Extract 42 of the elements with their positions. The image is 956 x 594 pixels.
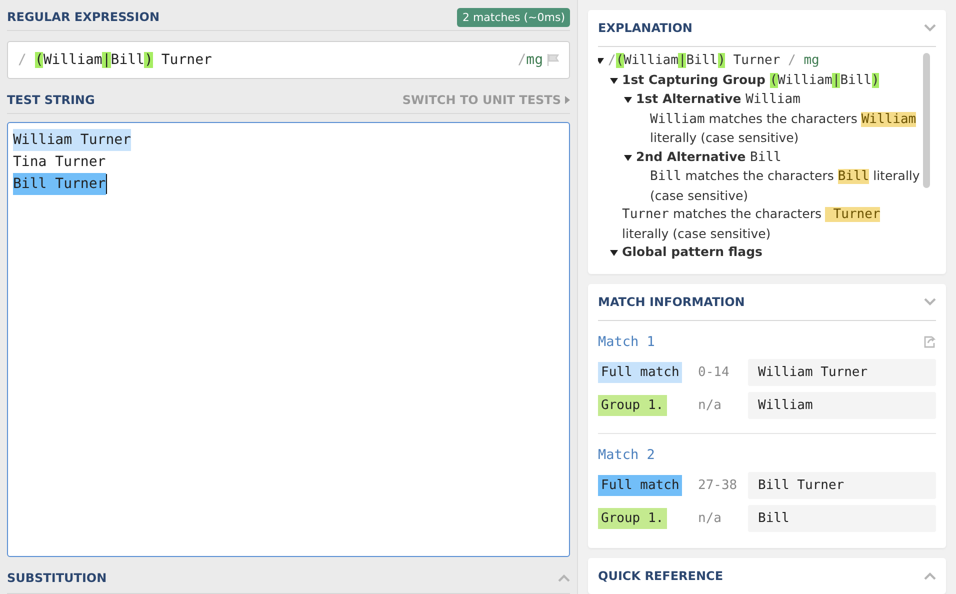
match-count-badge: 2 matches (~0ms) — [457, 8, 570, 26]
tree-node-label: 1st Alternative William — [636, 90, 802, 109]
match-label: Group 1. — [598, 508, 667, 529]
match-label: Full match — [598, 362, 682, 383]
share-icon[interactable] — [923, 336, 936, 348]
section-title: REGULAR EXPRESSION — [7, 10, 160, 24]
scrollbar[interactable] — [923, 53, 930, 188]
match-value: Bill Turner — [748, 472, 936, 499]
chevron-up-icon[interactable] — [924, 572, 936, 580]
match-range: n/a — [698, 398, 722, 413]
section-title: TEST STRING — [7, 93, 95, 107]
explanation-text: Bill matches the characters Bill literally (case sensitive) — [650, 167, 921, 204]
triangle-down-icon[interactable] — [624, 96, 632, 104]
match-range: 27-38 — [698, 478, 738, 493]
triangle-down-icon[interactable] — [624, 154, 632, 162]
section-title: QUICK REFERENCE — [598, 569, 724, 583]
explanation-text: William matches the characters William literally (case sensitive) — [650, 110, 918, 147]
chevron-down-icon[interactable] — [924, 24, 936, 32]
tree-node-label: 2nd Alternative Bill — [636, 148, 782, 166]
chevron-down-icon[interactable] — [924, 298, 936, 306]
explanation-text: Turner matches the characters Turner literally (case sensitive) — [622, 205, 882, 243]
section-title: EXPLANATION — [598, 21, 692, 35]
triangle-down-icon[interactable] — [610, 76, 618, 84]
caret-icon[interactable] — [565, 96, 570, 104]
test-string-field[interactable]: William Turner Tina Turner Bill Turner — [7, 122, 570, 557]
match-range: n/a — [698, 511, 722, 526]
match-title: Match 2 — [598, 447, 655, 463]
match-value: William — [748, 392, 936, 419]
match-label: Full match — [598, 475, 682, 496]
tree-node-label: Global pattern flags — [622, 243, 764, 261]
flag-icon[interactable] — [547, 54, 559, 66]
match-title: Match 1 — [598, 334, 655, 350]
match-label: Group 1. — [598, 395, 667, 416]
triangle-down-icon[interactable] — [598, 57, 604, 65]
match-value: Bill — [748, 505, 936, 532]
regex-input-field[interactable]: / (William|Bill) Turner /mg — [7, 41, 570, 79]
match-value: William Turner — [748, 359, 936, 386]
triangle-down-icon[interactable] — [610, 249, 618, 257]
match-range: 0-14 — [698, 365, 730, 380]
section-title: MATCH INFORMATION — [598, 295, 745, 309]
section-title: SUBSTITUTION — [7, 571, 107, 585]
chevron-up-icon[interactable] — [558, 574, 570, 582]
